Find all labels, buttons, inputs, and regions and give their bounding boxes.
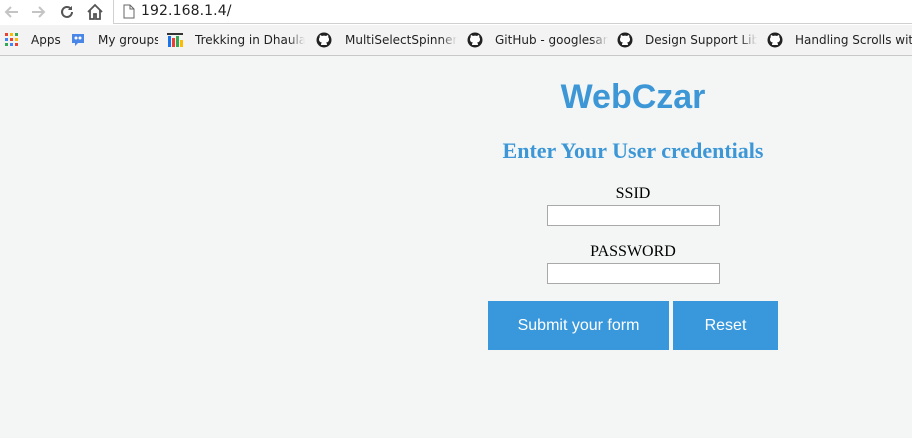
github-icon: [767, 32, 783, 48]
ssid-label: SSID: [615, 185, 651, 202]
bookmarks-bar: Apps My groups Trekking in Dhauladh Mult…: [0, 25, 912, 56]
forward-button[interactable]: [28, 2, 48, 22]
bookmark-apps[interactable]: Apps: [31, 33, 63, 49]
browser-toolbar: 192.168.1.4/: [0, 0, 912, 25]
back-arrow-icon: [4, 6, 18, 18]
url-text[interactable]: 192.168.1.4/: [141, 3, 232, 19]
bookmark-handling-scrolls[interactable]: Handling Scrolls with: [795, 33, 912, 49]
reload-icon: [61, 5, 73, 18]
ssid-input[interactable]: [547, 205, 720, 226]
github-icon: [316, 32, 332, 48]
bookmark-github-googlesamples[interactable]: GitHub - googlesam: [495, 33, 608, 49]
back-button[interactable]: [2, 2, 22, 22]
groups-icon: [72, 34, 84, 46]
apps-grid-icon[interactable]: [4, 32, 20, 48]
reload-button[interactable]: [57, 2, 77, 22]
bookmark-design-support-library[interactable]: Design Support Libra: [645, 33, 757, 49]
page-icon: [123, 4, 135, 19]
github-icon: [617, 32, 633, 48]
github-icon: [467, 32, 483, 48]
forward-arrow-icon: [32, 6, 46, 18]
reset-button[interactable]: Reset: [673, 301, 778, 350]
bookmark-multiselectspinner[interactable]: MultiSelectSpinner/s: [345, 33, 457, 49]
password-input[interactable]: [547, 263, 720, 284]
bookmark-my-groups[interactable]: My groups: [98, 33, 158, 49]
address-bar[interactable]: 192.168.1.4/: [113, 0, 912, 24]
bookmark-trekking[interactable]: Trekking in Dhauladh: [195, 33, 305, 49]
page-subtitle: Enter Your User credentials: [502, 138, 764, 163]
home-icon: [87, 3, 103, 20]
home-button[interactable]: [85, 2, 105, 22]
submit-button[interactable]: Submit your form: [488, 301, 669, 350]
page-title: WebCzar: [560, 78, 706, 116]
trekking-icon: [167, 33, 183, 47]
password-label: PASSWORD: [590, 243, 676, 260]
